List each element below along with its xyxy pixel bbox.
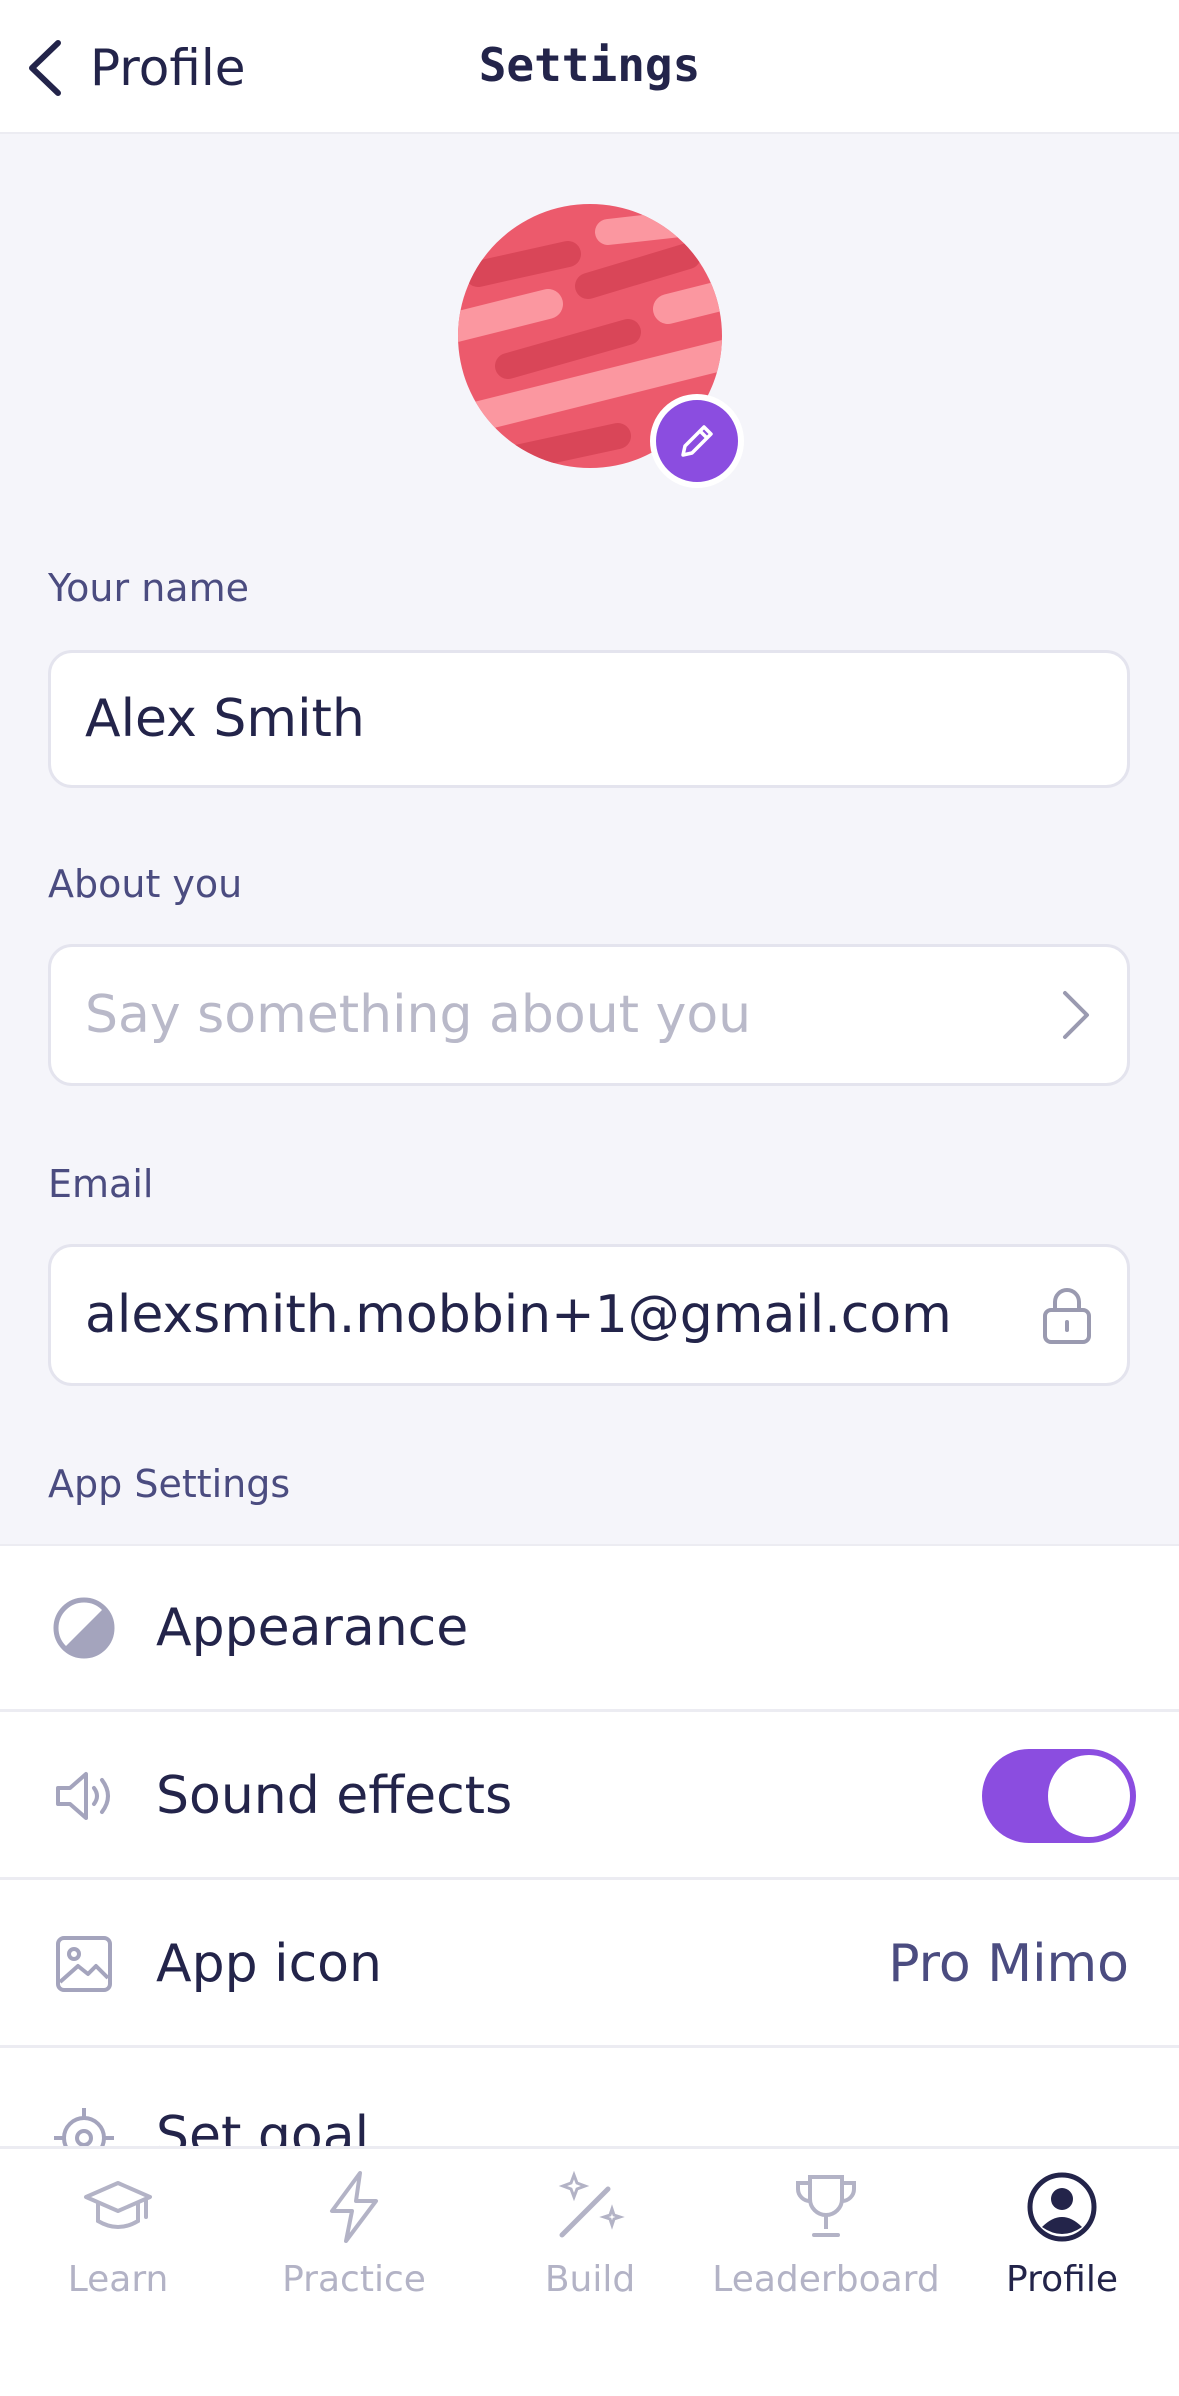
lock-icon xyxy=(1043,1288,1091,1344)
email-field: alexsmith.mobbin+1@gmail.com xyxy=(48,1244,1130,1386)
tab-profile[interactable]: Profile xyxy=(944,2169,1179,2319)
tab-leaderboard[interactable]: Leaderboard xyxy=(708,2169,944,2319)
magic-wand-icon xyxy=(558,2170,625,2238)
tab-learn[interactable]: Learn xyxy=(0,2169,236,2319)
image-icon xyxy=(52,1932,116,1996)
name-label: Your name xyxy=(48,566,249,610)
user-circle-icon xyxy=(1027,2172,1097,2242)
name-field[interactable]: Alex Smith xyxy=(48,650,1130,788)
app-settings-heading: App Settings xyxy=(48,1462,291,1506)
tab-bar: Learn Practice Build Leaderboard Profile xyxy=(0,2146,1179,2396)
tab-practice[interactable]: Practice xyxy=(236,2169,472,2319)
edit-avatar-button[interactable] xyxy=(650,394,744,488)
pencil-icon xyxy=(681,425,713,457)
app-icon-value: Pro Mimo xyxy=(888,1933,1129,1994)
half-circle-icon xyxy=(52,1596,116,1660)
graduation-cap-icon xyxy=(84,2181,152,2229)
speaker-icon xyxy=(52,1764,116,1828)
email-label: Email xyxy=(48,1162,154,1206)
sound-effects-toggle[interactable] xyxy=(982,1748,1136,1843)
settings-row-sound-effects[interactable]: Sound effects xyxy=(0,1714,1179,1880)
tab-practice-label: Practice xyxy=(282,2259,426,2300)
top-bar: Profile Settings xyxy=(0,0,1179,134)
trophy-icon xyxy=(796,2175,856,2237)
page-title: Settings xyxy=(478,38,701,92)
settings-row-app-icon[interactable]: App icon Pro Mimo xyxy=(0,1882,1179,2048)
lightning-icon xyxy=(330,2171,378,2243)
settings-row-appearance[interactable]: Appearance xyxy=(0,1546,1179,1712)
about-placeholder: Say something about you xyxy=(85,985,752,1045)
app-icon-label: App icon xyxy=(156,1933,382,1994)
tab-learn-label: Learn xyxy=(67,2259,169,2300)
email-value: alexsmith.mobbin+1@gmail.com xyxy=(85,1285,952,1345)
avatar-container[interactable] xyxy=(458,204,744,488)
chevron-right-icon xyxy=(1063,991,1089,1039)
name-value: Alex Smith xyxy=(85,689,365,749)
tab-build[interactable]: Build xyxy=(472,2169,708,2319)
tab-leaderboard-label: Leaderboard xyxy=(712,2259,940,2300)
tab-build-label: Build xyxy=(544,2259,636,2300)
appearance-label: Appearance xyxy=(156,1597,469,1658)
sound-effects-label: Sound effects xyxy=(156,1765,513,1826)
about-label: About you xyxy=(48,862,243,906)
toggle-knob xyxy=(1048,1754,1130,1837)
about-field[interactable]: Say something about you xyxy=(48,944,1130,1086)
tab-profile-label: Profile xyxy=(1006,2259,1118,2300)
